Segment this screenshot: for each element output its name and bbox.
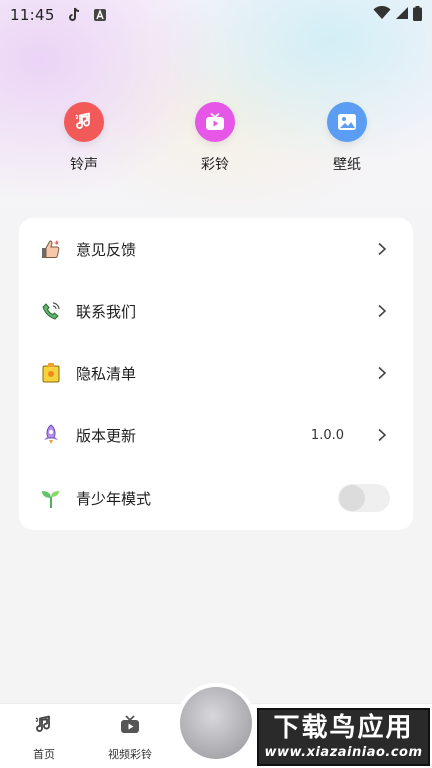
thumbs-up-icon bbox=[39, 237, 63, 261]
chevron-right-icon bbox=[378, 304, 387, 318]
menu-label-privacy: 隐私清单 bbox=[76, 364, 137, 383]
watermark-url: www.xiazainiao.com bbox=[264, 745, 423, 760]
rocket-icon bbox=[39, 423, 63, 447]
youth-mode-toggle[interactable] bbox=[338, 484, 390, 512]
watermark-logo: 下载鸟应用 www.xiazainiao.com bbox=[257, 708, 430, 766]
chevron-right-icon bbox=[378, 242, 387, 256]
watermark-title: 下载鸟应用 bbox=[273, 713, 414, 743]
nav-label-home: 首页 bbox=[33, 748, 55, 761]
sprout-icon bbox=[39, 486, 63, 510]
quick-color-ring[interactable]: 彩铃 bbox=[175, 102, 255, 174]
status-time: 11:45 bbox=[10, 6, 55, 24]
nav-item-video-ringtone[interactable]: 视频彩铃 bbox=[95, 714, 165, 762]
nav-item-home[interactable]: 首页 bbox=[9, 714, 79, 762]
video-play-icon bbox=[195, 102, 235, 142]
menu-item-version[interactable]: 版本更新 1.0.0 bbox=[19, 404, 413, 466]
wifi-icon bbox=[373, 5, 391, 24]
quick-wallpaper[interactable]: 壁纸 bbox=[307, 102, 387, 174]
battery-icon bbox=[413, 5, 422, 25]
quick-ringtone[interactable]: 铃声 bbox=[44, 102, 124, 174]
menu-label-feedback: 意见反馈 bbox=[76, 240, 137, 259]
version-number: 1.0.0 bbox=[310, 427, 344, 443]
signal-icon bbox=[395, 6, 409, 24]
nav-label-video-ringtone: 视频彩铃 bbox=[108, 748, 152, 761]
menu-label-contact: 联系我们 bbox=[76, 302, 137, 321]
tv-play-icon bbox=[121, 715, 139, 733]
quick-ringtone-label: 铃声 bbox=[70, 157, 98, 173]
picture-icon bbox=[327, 102, 367, 142]
a-badge-icon bbox=[93, 8, 107, 22]
menu-item-feedback[interactable]: 意见反馈 bbox=[19, 218, 413, 280]
menu-item-youth-mode: 青少年模式 bbox=[19, 467, 413, 529]
toggle-knob bbox=[339, 485, 365, 511]
quick-color-ring-label: 彩铃 bbox=[201, 157, 229, 173]
quick-actions: 铃声 彩铃 壁纸 bbox=[0, 102, 432, 182]
menu-label-youth-mode: 青少年模式 bbox=[76, 489, 152, 508]
menu-item-privacy[interactable]: 隐私清单 bbox=[19, 342, 413, 404]
privacy-list-icon bbox=[39, 361, 63, 385]
chevron-right-icon bbox=[378, 428, 387, 442]
music-note-icon bbox=[64, 102, 104, 142]
phone-icon bbox=[39, 299, 63, 323]
tiktok-icon bbox=[67, 7, 81, 23]
music-note-icon bbox=[35, 715, 50, 732]
menu-label-version: 版本更新 bbox=[76, 426, 137, 445]
status-bar: 11:45 bbox=[0, 0, 432, 30]
center-button[interactable] bbox=[180, 687, 252, 759]
quick-wallpaper-label: 壁纸 bbox=[333, 157, 361, 173]
settings-card: 意见反馈 联系我们 隐私清单 版本更新 1.0.0 青少年模式 bbox=[19, 218, 413, 530]
menu-item-contact[interactable]: 联系我们 bbox=[19, 280, 413, 342]
chevron-right-icon bbox=[378, 366, 387, 380]
